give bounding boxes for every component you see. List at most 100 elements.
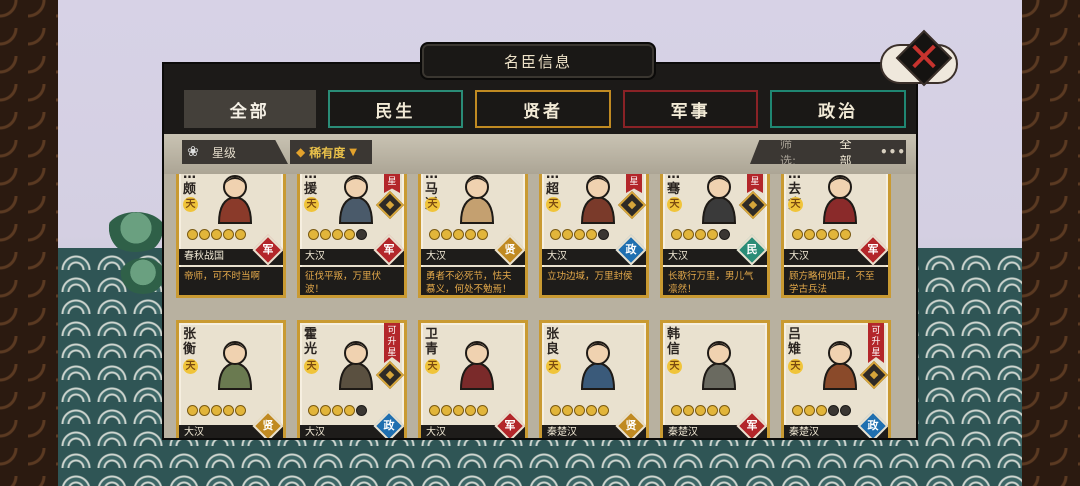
star-icon [816, 405, 827, 416]
tab-sage[interactable]: 贤者 [475, 90, 611, 128]
star-icon [562, 229, 573, 240]
tab-military[interactable]: 军事 [622, 90, 759, 128]
minister-portrait [447, 333, 507, 391]
island-decoration [120, 258, 166, 294]
minister-quote: 帝师，可不时当啊 [179, 267, 283, 295]
close-button[interactable]: ✕ [880, 29, 958, 90]
portrait-figure [822, 341, 858, 390]
star-icon [804, 405, 815, 416]
star-icon [840, 229, 851, 240]
star-icon [441, 229, 452, 240]
star-icon [719, 229, 730, 240]
tab-all[interactable]: 全部 [184, 90, 316, 128]
star-icon [211, 229, 222, 240]
minister-card[interactable]: …颇天春秋战国军帝师，可不时当啊 [176, 174, 286, 298]
more-options-icon[interactable]: ••• [880, 145, 906, 159]
star-rating [550, 405, 622, 417]
minister-card[interactable]: …超天升星大汉政立功边域，万里封侯 [539, 174, 649, 298]
star-icon [840, 405, 851, 416]
minister-portrait [568, 174, 628, 225]
filter-dropdown[interactable]: 筛选: 全部 ••• [750, 140, 906, 164]
minister-name: 张良 [546, 327, 560, 357]
star-icon [671, 229, 682, 240]
star-icon [477, 405, 488, 416]
star-icon [199, 405, 210, 416]
tab-politics[interactable]: 政治 [770, 90, 906, 128]
star-icon [441, 405, 452, 416]
star-icon [320, 405, 331, 416]
role-badge-text: 军 [746, 419, 758, 432]
minister-name: 卫青 [425, 327, 439, 357]
minister-card[interactable]: …去病天大汉军顾方略何如耳，不至学古兵法 [781, 174, 891, 298]
minister-portrait [810, 174, 870, 225]
minister-portrait [568, 333, 628, 391]
star-icon [356, 229, 367, 240]
minister-card[interactable]: …马迁天大汉贤勇者不必死节，怯夫慕义，何处不勉焉！ [418, 174, 528, 298]
left-border-decoration [0, 0, 58, 486]
star-icon [816, 229, 827, 240]
grade-badge: 天 [546, 197, 561, 212]
star-icon [187, 405, 198, 416]
filter-label: 筛选: [780, 137, 797, 168]
right-border-decoration [1022, 0, 1080, 486]
star-sort-label: 星级 [212, 145, 237, 160]
grade-badge: 天 [667, 359, 682, 374]
role-badge-text: 政 [625, 243, 637, 256]
minister-card[interactable]: 张衡天大汉贤 [176, 320, 286, 438]
star-icon [332, 405, 343, 416]
star-rating [671, 405, 743, 417]
star-icon [465, 405, 476, 416]
star-icon [574, 229, 585, 240]
star-icon [695, 229, 706, 240]
star-icon [828, 229, 839, 240]
portrait-figure [459, 341, 495, 390]
star-rating [187, 229, 259, 241]
minister-card[interactable]: 张良天秦楚汉贤 [539, 320, 649, 438]
minister-card[interactable]: 卫青天大汉军 [418, 320, 528, 438]
star-icon [719, 405, 730, 416]
minister-name: 张衡 [183, 327, 197, 357]
star-icon [211, 405, 222, 416]
grade-badge: 天 [546, 359, 561, 374]
role-badge-text: 军 [504, 419, 516, 432]
minister-name: …援 [304, 174, 318, 197]
minister-name: …超 [546, 174, 560, 197]
portrait-figure [580, 175, 616, 224]
portrait-figure [217, 341, 253, 390]
star-icon [574, 405, 585, 416]
role-badge-text: 军 [383, 243, 395, 256]
tab-civil[interactable]: 民生 [327, 90, 464, 128]
portrait-figure [338, 341, 374, 390]
portrait-figure [822, 175, 858, 224]
minister-card[interactable]: 吕雉天可升星 秦楚汉政 [781, 320, 891, 438]
minister-card[interactable]: 韩信天秦楚汉军 [660, 320, 770, 438]
role-badge-text: 军 [262, 243, 274, 256]
star-icon [586, 405, 597, 416]
minister-portrait [326, 174, 386, 225]
grade-badge: 天 [304, 359, 319, 374]
minister-card[interactable]: …援天升星大汉军征伐平叛，万里伏波！ [297, 174, 407, 298]
star-rating [308, 405, 380, 417]
star-icon [465, 229, 476, 240]
star-icon [695, 405, 706, 416]
star-icon [344, 229, 355, 240]
star-sort-button[interactable]: ❀ 星级 [182, 140, 288, 164]
minister-quote: 征伐平叛，万里伏波！ [300, 267, 404, 295]
minister-name: 吕雉 [788, 327, 802, 357]
minister-card[interactable]: 霍光天可升星 大汉政 [297, 320, 407, 438]
star-icon [429, 229, 440, 240]
portrait-figure [580, 341, 616, 390]
filter-value: 全部 [839, 137, 852, 168]
minister-name: 霍光 [304, 327, 318, 357]
star-icon [356, 405, 367, 416]
upgrade-star-tag: 升星 [384, 174, 400, 193]
minister-name: …颇 [183, 174, 197, 197]
rarity-sort-button[interactable]: ◆ 稀有度 ▼ [290, 140, 372, 164]
star-rating [550, 229, 622, 241]
star-icon [550, 229, 561, 240]
minister-card-grid: …颇天春秋战国军帝师，可不时当啊…援天升星大汉军征伐平叛，万里伏波！…马迁天大汉… [164, 174, 916, 438]
grade-badge: 天 [183, 359, 198, 374]
minister-card[interactable]: …骞天升星大汉民长歌行万里，男儿气凛然！ [660, 174, 770, 298]
star-icon [804, 229, 815, 240]
star-icon [453, 229, 464, 240]
